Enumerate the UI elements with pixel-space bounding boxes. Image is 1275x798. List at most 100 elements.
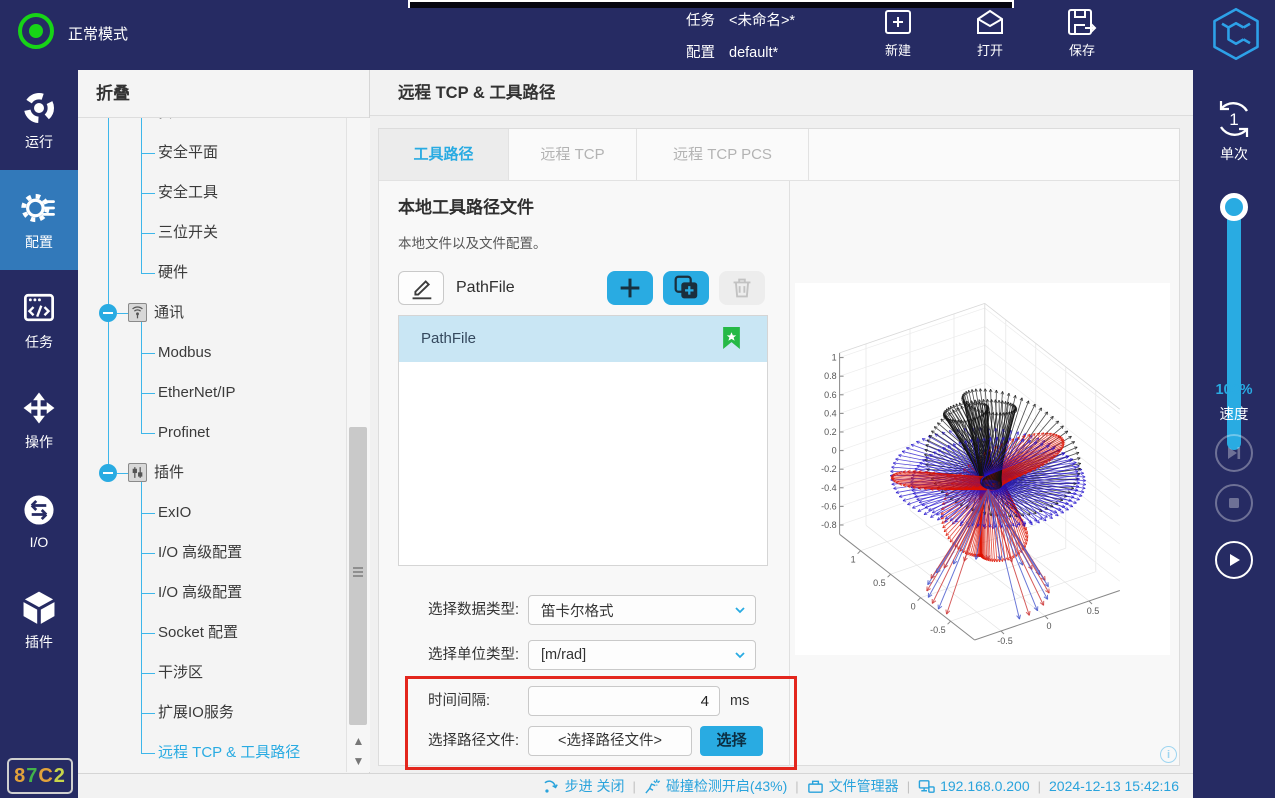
unit-type-select[interactable]: [m/rad] [528,640,756,670]
tree-scrollbar[interactable]: ▲ ▼ [346,118,370,772]
tree-item-安全io[interactable]: 安全IO [78,118,346,133]
sidebar-item-label: 运行 [25,132,53,152]
tree-connector-line [141,753,155,754]
tree-item-三位开关[interactable]: 三位开关 [78,213,346,253]
sidebar-item-config[interactable]: 配置 [0,170,78,270]
loop-icon: 1 [1210,95,1258,143]
tree-item-modbus[interactable]: Modbus [78,333,346,373]
tree-item-安全工具[interactable]: 安全工具 [78,173,346,213]
statusbar-item-0[interactable]: 步进 关闭 [543,776,625,796]
sidebar-item-run[interactable]: 运行 [0,70,78,170]
path-file-picker[interactable]: <选择路径文件> [528,726,692,756]
save-button[interactable]: 保存 [1054,6,1110,59]
info-icon[interactable]: i [1160,746,1177,763]
data-type-select[interactable]: 笛卡尔格式 [528,595,756,625]
rename-file-button[interactable] [398,271,444,305]
svg-text:-0.5: -0.5 [930,625,946,635]
tree-connector-line [141,713,155,714]
statusbar-item-3: 192.168.0.200 [918,778,1030,795]
loop-once-button[interactable]: 1 [1210,95,1258,143]
tree-item-插件[interactable]: 插件 [78,453,346,493]
svg-text:0: 0 [1046,621,1051,631]
tree-connector-line [117,313,128,314]
svg-text:-0.5: -0.5 [997,636,1013,646]
statusbar-separator: | [633,779,636,794]
tree-item-label: Socket 配置 [158,613,238,653]
statusbar-separator: | [1038,779,1041,794]
interval-unit: ms [730,686,749,716]
svg-text:1: 1 [851,555,856,565]
tree-item-通讯[interactable]: 通讯 [78,293,346,333]
io-icon [19,490,59,530]
collision-icon [644,778,661,795]
scroll-up-button[interactable]: ▲ [347,731,370,751]
tree-item-硬件[interactable]: 硬件 [78,253,346,293]
tree-connector-line [141,633,155,634]
tab-远程-tcp-pcs[interactable]: 远程 TCP PCS [637,129,809,180]
tree-item-socket-配置[interactable]: Socket 配置 [78,613,346,653]
svg-text:0.8: 0.8 [824,371,837,381]
tree-collapse-toggle[interactable] [99,304,117,322]
scrollbar-thumb[interactable] [349,427,367,725]
stop-button[interactable] [1215,484,1253,522]
new-button[interactable]: 新建 [870,6,926,59]
bookmark-star-icon [722,327,741,350]
step-next-button[interactable] [1215,434,1253,472]
select-button[interactable]: 选择 [700,726,763,756]
task-line: 任务<未命名>* [686,9,795,30]
tree-collapse-header[interactable]: 折叠 [78,70,369,118]
speed-label: 速度 [1193,403,1275,424]
statusbar-text: 192.168.0.200 [940,778,1030,794]
statusbar-item-2[interactable]: 文件管理器 [807,776,899,796]
interval-input[interactable] [528,686,720,716]
nav-items: 运行配置任务操作I/O插件 [0,70,78,670]
tree-item-ethernet/ip[interactable]: EtherNet/IP [78,373,346,413]
play-button[interactable] [1215,541,1253,579]
tree-item-扩展io服务[interactable]: 扩展IO服务 [78,693,346,733]
left-nav-sidebar: 运行配置任务操作I/O插件 87C2 [0,70,78,798]
tree-item-exio[interactable]: ExIO [78,493,346,533]
brand-logo-icon [1208,6,1264,62]
tree-item-远程-tcp---工具路径[interactable]: 远程 TCP & 工具路径 [78,733,346,772]
trash-icon [727,273,757,303]
run-icon [19,88,59,128]
tree-item-干涉区[interactable]: 干涉区 [78,653,346,693]
tree-connector-line [141,273,155,274]
speed-value: 100% [1193,382,1275,398]
duplicate-file-button[interactable] [663,271,709,305]
device-code-char: C [38,765,53,788]
page-header: 远程 TCP & 工具路径 [370,70,1193,116]
tree-item-label: Profinet [158,413,210,453]
device-code-badge[interactable]: 87C2 [7,758,73,794]
chevron-down-icon [733,648,747,662]
save-label: 保存 [1069,40,1095,59]
sidebar-item-operate[interactable]: 操作 [0,370,78,470]
svg-text:0.4: 0.4 [824,408,837,418]
pencil-icon [406,273,436,303]
add-file-button[interactable] [607,271,653,305]
tree-item-i/o-高级配置[interactable]: I/O 高级配置 [78,573,346,613]
tab-bar: 工具路径远程 TCP远程 TCP PCS [379,129,1179,181]
config-tree-panel: 折叠 安全IO安全平面安全工具三位开关硬件通讯ModbusEtherNet/IP… [78,70,370,773]
path-file-row[interactable]: PathFile [399,316,767,362]
tab-工具路径[interactable]: 工具路径 [379,129,509,180]
sidebar-item-plugin[interactable]: 插件 [0,570,78,670]
speed-slider-knob[interactable] [1220,193,1248,221]
tree-item-安全平面[interactable]: 安全平面 [78,133,346,173]
scroll-down-button[interactable]: ▼ [347,751,370,771]
tree-collapse-toggle[interactable] [99,464,117,482]
sidebar-item-io[interactable]: I/O [0,470,78,570]
statusbar-item-1[interactable]: 碰撞检测开启(43%) [644,776,787,796]
data-type-value: 笛卡尔格式 [529,600,733,621]
delete-file-button[interactable] [719,271,765,305]
tree-item-profinet[interactable]: Profinet [78,413,346,453]
quiver3-chart: 10.80.60.40.20-0.2-0.4-0.6-0.810.50-0.5-… [795,283,1170,655]
loop-mode-label: 单次 [1193,144,1275,164]
sidebar-item-task[interactable]: 任务 [0,270,78,370]
statusbar-item-4: 2024-12-13 15:42:16 [1049,778,1179,794]
tree-item-i/o-高级配置[interactable]: I/O 高级配置 [78,533,346,573]
page-title: 远程 TCP & 工具路径 [398,70,1193,116]
open-button[interactable]: 打开 [962,6,1018,59]
tab-远程-tcp[interactable]: 远程 TCP [509,129,637,180]
statusbar-text: 碰撞检测开启(43%) [666,776,787,796]
